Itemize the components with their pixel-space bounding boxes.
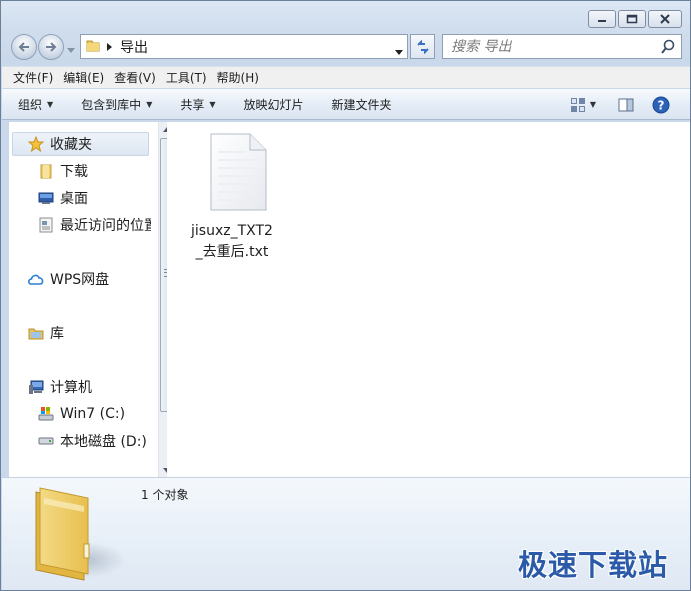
arrow-right-icon: [46, 42, 57, 52]
chevron-down-icon: ▼: [146, 99, 153, 109]
preview-pane-button[interactable]: [618, 98, 634, 112]
organize-button[interactable]: 组织 ▼: [18, 96, 53, 113]
chevron-down-icon: [67, 48, 75, 53]
help-icon: ?: [652, 96, 670, 113]
text-file-icon: [200, 132, 275, 215]
organize-label: 组织: [18, 97, 43, 112]
preview-pane-icon: [618, 98, 634, 111]
system-drive-icon: [37, 406, 55, 422]
nav-libraries-label: 库: [50, 326, 64, 342]
menu-edit[interactable]: 编辑(E): [58, 69, 109, 86]
nav-recent[interactable]: 最近访问的位置: [9, 213, 151, 237]
folder-icon: [37, 163, 55, 179]
nav-wps-cloud[interactable]: WPS网盘: [9, 267, 109, 291]
share-button[interactable]: 共享 ▼: [180, 96, 215, 113]
search-input[interactable]: [443, 35, 653, 58]
include-in-library-label: 包含到库中: [81, 97, 142, 112]
nav-drive-d-label: 本地磁盘 (D:): [60, 434, 147, 450]
item-count: 1 个对象: [141, 488, 189, 502]
cloud-icon: [27, 272, 45, 286]
menu-file[interactable]: 文件(F): [8, 69, 58, 86]
nav-drive-d[interactable]: 本地磁盘 (D:): [9, 429, 147, 453]
caption-buttons: [588, 10, 682, 28]
nav-downloads[interactable]: 下载: [9, 159, 88, 183]
nav-wps-cloud-label: WPS网盘: [50, 272, 110, 288]
view-options-dropdown[interactable]: ▼: [590, 100, 596, 109]
file-item[interactable]: jisuxz_TXT2_去重后.txt: [189, 132, 275, 263]
recent-pages-dropdown[interactable]: [67, 43, 75, 57]
close-button[interactable]: [648, 10, 682, 28]
chevron-down-icon: ▼: [209, 99, 216, 109]
library-icon: [27, 326, 45, 340]
view-controls: ▼ ?: [570, 89, 690, 120]
nav-computer[interactable]: 计算机: [9, 375, 92, 399]
file-list[interactable]: jisuxz_TXT2_去重后.txt: [167, 122, 690, 477]
star-icon: [27, 136, 45, 152]
computer-icon: [27, 379, 45, 395]
nav-favorites-label: 收藏夹: [50, 137, 92, 153]
nav-libraries[interactable]: 库: [9, 321, 64, 345]
address-bar[interactable]: 导出: [80, 34, 408, 59]
navigation-pane: 收藏夹 下载 桌面 最近访问的位置 WPS网盘 库 计算机 Win7 (C:) …: [9, 122, 174, 477]
menu-help[interactable]: 帮助(H): [212, 69, 264, 86]
breadcrumb-current[interactable]: 导出: [120, 37, 148, 57]
command-bar: 组织 ▼ 包含到库中 ▼ 共享 ▼ 放映幻灯片 新建文件夹 ▼ ?: [2, 89, 690, 120]
nav-downloads-label: 下载: [60, 164, 88, 180]
maximize-icon: [626, 14, 638, 24]
recent-places-icon: [37, 217, 55, 233]
menu-bar: 文件(F) 编辑(E) 查看(V) 工具(T) 帮助(H): [2, 66, 690, 88]
change-view-button[interactable]: [570, 97, 586, 113]
refresh-icon: [416, 39, 429, 54]
maximize-button[interactable]: [618, 10, 646, 28]
help-button[interactable]: ?: [652, 96, 670, 114]
menu-tools[interactable]: 工具(T): [161, 69, 212, 86]
chevron-down-icon: ▼: [47, 99, 54, 109]
search-icon[interactable]: [660, 39, 676, 58]
minimize-button[interactable]: [588, 10, 616, 28]
minimize-icon: [598, 20, 606, 22]
slideshow-label: 放映幻灯片: [243, 97, 304, 112]
refresh-button[interactable]: [410, 34, 435, 59]
nav-drive-c[interactable]: Win7 (C:): [9, 402, 125, 426]
forward-button[interactable]: [38, 34, 64, 60]
back-button[interactable]: [11, 34, 37, 60]
nav-desktop-label: 桌面: [60, 191, 88, 207]
navigation-tree: 收藏夹 下载 桌面 最近访问的位置 WPS网盘 库 计算机 Win7 (C:) …: [9, 122, 151, 477]
nav-desktop[interactable]: 桌面: [9, 186, 88, 210]
nav-drive-c-label: Win7 (C:): [60, 406, 126, 422]
desktop-icon: [37, 191, 55, 205]
new-folder-button[interactable]: 新建文件夹: [332, 96, 392, 113]
nav-computer-label: 计算机: [50, 380, 92, 396]
file-name: jisuxz_TXT2_去重后.txt: [191, 223, 273, 260]
hard-drive-icon: [37, 436, 55, 446]
folder-icon: [86, 38, 100, 55]
new-folder-label: 新建文件夹: [331, 97, 392, 112]
nav-recent-label: 最近访问的位置: [60, 218, 151, 234]
share-label: 共享: [180, 97, 205, 112]
nav-favorites[interactable]: 收藏夹: [12, 132, 149, 156]
include-in-library-button[interactable]: 包含到库中 ▼: [81, 96, 152, 113]
svg-text:?: ?: [658, 98, 665, 112]
chevron-down-icon: ▼: [589, 100, 596, 109]
address-dropdown-icon[interactable]: [395, 44, 403, 58]
view-grid-icon: [570, 97, 585, 112]
menu-view[interactable]: 查看(V): [109, 69, 161, 86]
arrow-left-icon: [18, 42, 29, 52]
watermark-text: 极速下载站: [518, 548, 669, 582]
details-pane: 1 个对象 极速下载站: [2, 477, 690, 590]
close-icon: [660, 14, 670, 24]
breadcrumb-separator-icon[interactable]: [107, 40, 112, 54]
explorer-window: 导出 文件(F) 编辑(E) 查看(V) 工具(T) 帮助(H) 组织 ▼ 包含…: [0, 0, 691, 591]
folder-icon: [26, 482, 126, 589]
search-box[interactable]: [442, 34, 682, 59]
slideshow-button[interactable]: 放映幻灯片: [244, 96, 304, 113]
